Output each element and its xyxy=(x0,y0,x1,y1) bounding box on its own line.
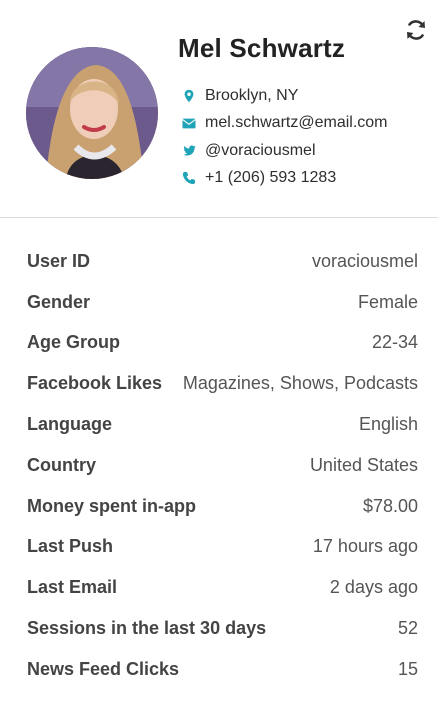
contact-twitter[interactable]: @voraciousmel xyxy=(181,137,388,165)
detail-value: English xyxy=(358,414,418,435)
detail-value: voraciousmel xyxy=(311,250,418,271)
profile-name: Mel Schwartz xyxy=(178,33,346,63)
detail-value: 22-34 xyxy=(371,332,418,353)
detail-label: Money spent in-app xyxy=(27,495,197,516)
phone-text[interactable]: +1 (206) 593 1283 xyxy=(205,169,336,187)
detail-row: Money spent in-app $78.00 xyxy=(0,486,438,527)
avatar xyxy=(26,47,158,179)
detail-value: United States xyxy=(309,454,418,475)
detail-row: User ID voraciousmel xyxy=(0,241,438,282)
detail-row: News Feed Clicks 15 xyxy=(0,649,438,690)
contact-list: Brooklyn, NY mel.schwartz@email.com @vor… xyxy=(181,82,388,192)
details-list: User ID voraciousmel Gender Female Age Group… xyxy=(0,241,438,690)
email-text[interactable]: mel.schwartz@email.com xyxy=(205,114,388,132)
detail-label: Country xyxy=(27,454,96,475)
detail-label: News Feed Clicks xyxy=(27,658,180,679)
detail-row: Facebook Likes Magazines, Shows, Podcasts xyxy=(0,363,438,404)
contact-phone[interactable]: +1 (206) 593 1283 xyxy=(181,165,388,193)
map-pin-icon xyxy=(181,88,197,104)
location-text: Brooklyn, NY xyxy=(205,86,299,104)
detail-label: Language xyxy=(27,414,113,435)
detail-label: Sessions in the last 30 days xyxy=(27,618,267,639)
contact-email[interactable]: mel.schwartz@email.com xyxy=(181,110,388,138)
detail-value: 17 hours ago xyxy=(312,536,418,557)
detail-row: Last Push 17 hours ago xyxy=(0,527,438,568)
detail-label: Last Push xyxy=(27,536,114,557)
detail-value: $78.00 xyxy=(362,495,418,516)
twitter-handle[interactable]: @voraciousmel xyxy=(205,142,316,160)
detail-row: Last Email 2 days ago xyxy=(0,567,438,608)
contact-location: Brooklyn, NY xyxy=(181,82,388,110)
detail-value: 15 xyxy=(397,658,418,679)
detail-value: Female xyxy=(357,291,418,312)
refresh-icon[interactable] xyxy=(404,18,428,42)
detail-label: Last Email xyxy=(27,577,118,598)
detail-value: 52 xyxy=(397,618,418,639)
envelope-icon xyxy=(181,115,197,131)
detail-row: Language English xyxy=(0,404,438,445)
detail-label: Facebook Likes xyxy=(27,373,163,394)
profile-header: Mel Schwartz Brooklyn, NY mel.schwartz@e… xyxy=(0,0,438,218)
detail-value: 2 days ago xyxy=(329,577,418,598)
detail-value: Magazines, Shows, Podcasts xyxy=(182,373,418,394)
phone-icon xyxy=(181,170,197,186)
detail-row: Country United States xyxy=(0,445,438,486)
detail-label: User ID xyxy=(27,250,91,271)
detail-row: Gender Female xyxy=(0,282,438,323)
twitter-icon xyxy=(181,143,197,159)
detail-row: Sessions in the last 30 days 52 xyxy=(0,608,438,649)
detail-row: Age Group 22-34 xyxy=(0,323,438,364)
detail-label: Age Group xyxy=(27,332,120,353)
detail-label: Gender xyxy=(27,291,91,312)
